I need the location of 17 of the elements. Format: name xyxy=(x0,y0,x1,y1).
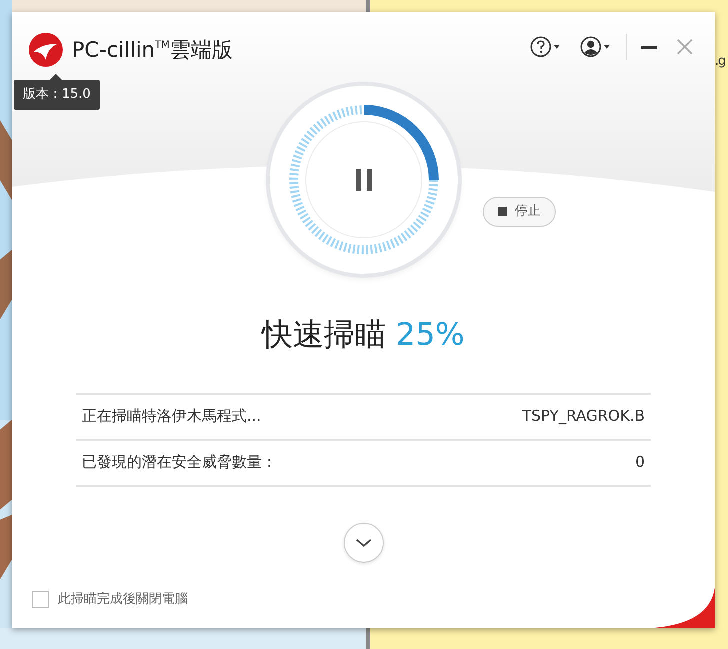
stop-button[interactable]: 停止 xyxy=(483,197,556,226)
shutdown-checkbox[interactable] xyxy=(32,591,49,608)
background-text: .g xyxy=(715,53,726,71)
logo-icon xyxy=(28,32,64,68)
shutdown-label: 此掃瞄完成後關閉電腦 xyxy=(58,591,188,609)
minimize-icon xyxy=(641,46,657,48)
app-title: PC-cillin$^{TM}$雲端版 xyxy=(72,37,233,64)
detail-value: TSPY_RAGROK.B xyxy=(522,406,645,428)
detail-value: 0 xyxy=(635,452,645,474)
close-icon xyxy=(675,37,695,57)
detail-label: 已發現的潛在安全威脅數量： xyxy=(82,452,277,474)
scan-title: 快速掃瞄 xyxy=(262,317,386,353)
version-tooltip: 版本：15.0 xyxy=(14,80,100,110)
scan-percent: 25% xyxy=(396,317,465,353)
stop-icon xyxy=(498,207,507,216)
chevron-down-icon xyxy=(354,536,372,548)
detail-label: 正在掃瞄特洛伊木馬程式... xyxy=(82,406,262,428)
